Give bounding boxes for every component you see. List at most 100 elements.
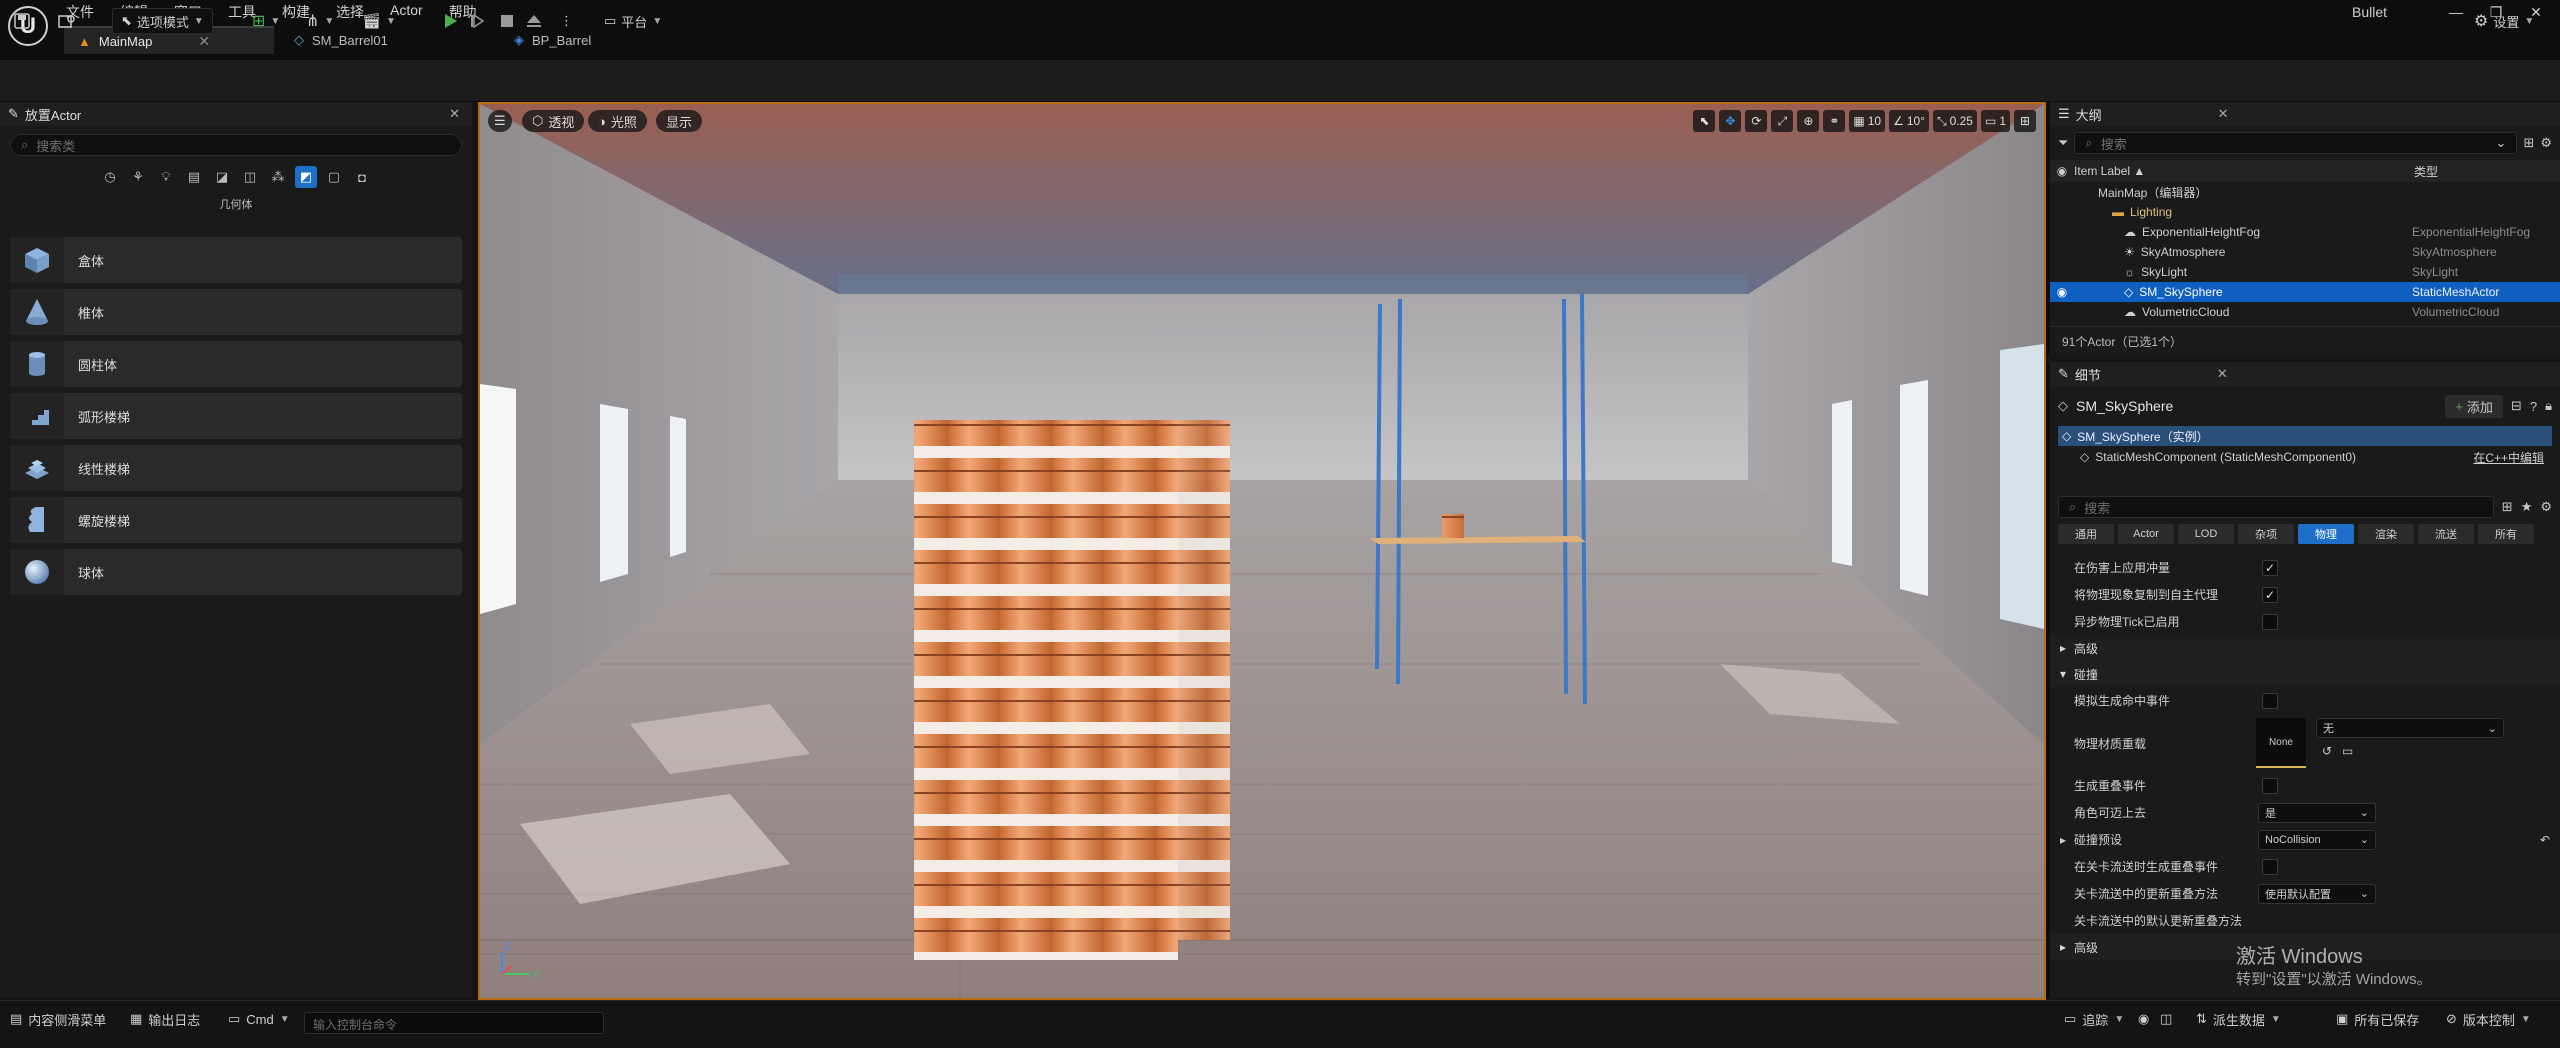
grid-view-icon[interactable]: ⊞ bbox=[2502, 499, 2513, 515]
trace-button[interactable]: ▭ 追踪 ▼ bbox=[2064, 1008, 2124, 1030]
material-dropdown[interactable]: 无 ⌄ bbox=[2316, 718, 2504, 738]
translate-tool-icon[interactable]: ✥ bbox=[1719, 110, 1742, 132]
blueprint-button[interactable]: ⋔ ▼ bbox=[306, 8, 334, 34]
gear-icon[interactable]: ⚙ bbox=[2540, 135, 2552, 151]
rotation-snap-toggle[interactable]: ∠ 10° bbox=[1889, 110, 1929, 132]
tree-row-volumetriccloud[interactable]: ☁ VolumetricCloud VolumetricCloud bbox=[2050, 302, 2560, 322]
shapes-icon[interactable]: ▢ bbox=[323, 166, 345, 188]
settings-button[interactable]: ⚙ 设置 ▼ bbox=[2474, 8, 2534, 34]
reset-arrow-icon[interactable]: ↺ bbox=[2322, 744, 2332, 758]
show-button[interactable]: 显示 bbox=[656, 110, 703, 132]
overlap-events-checkbox[interactable] bbox=[2262, 777, 2278, 794]
lights-icon[interactable]: 💡︎ bbox=[155, 166, 177, 188]
shape-item-cylinder[interactable]: 圆柱体 bbox=[10, 341, 462, 387]
scale-snap-toggle[interactable]: ⤡ 0.25 bbox=[1933, 110, 1977, 132]
platform-button[interactable]: ▭ 平台 ▼ bbox=[604, 8, 662, 34]
stop-icon[interactable] bbox=[500, 8, 514, 34]
filter-tab-all[interactable]: 所有 bbox=[2478, 524, 2534, 544]
basic-icon[interactable]: ⚘ bbox=[127, 166, 149, 188]
surface-snap-icon[interactable]: ⚭ bbox=[1823, 110, 1846, 132]
all-classes-icon[interactable]: ⁂ bbox=[267, 166, 289, 188]
add-component-button[interactable]: + 添加 bbox=[2445, 394, 2503, 418]
step-icon[interactable] bbox=[470, 8, 486, 34]
cinematics-button[interactable]: 🎬︎ ▼ bbox=[362, 8, 396, 34]
visual-effects-icon[interactable]: ◪ bbox=[211, 166, 233, 188]
console-command-input[interactable]: 输入控制台命令 bbox=[304, 1012, 604, 1034]
can-step-up-dropdown[interactable]: 是 ⌄ bbox=[2258, 802, 2376, 823]
shape-item-linear-stair[interactable]: 线性楼梯 bbox=[10, 445, 462, 491]
save-icon[interactable] bbox=[14, 8, 30, 34]
update-overlap-dropdown[interactable]: 使用默认配置 ⌄ bbox=[2258, 883, 2376, 904]
browse-folder-icon[interactable]: ▭ bbox=[2342, 744, 2353, 758]
viewport-layout-icon[interactable]: ⊞ bbox=[2014, 110, 2036, 132]
filter-tab-streaming[interactable]: 流送 bbox=[2418, 524, 2474, 544]
all-saved-button[interactable]: ▣ 所有已保存 bbox=[2336, 1008, 2419, 1030]
component-instance-row[interactable]: ◇ SM_SkySphere（实例） bbox=[2058, 426, 2552, 446]
blueprint-convert-icon[interactable]: ⊟ bbox=[2511, 398, 2522, 414]
play-options-icon[interactable]: ⋮ bbox=[560, 8, 573, 34]
perspective-button[interactable]: ⬡ 透视 bbox=[522, 110, 585, 132]
volumes-icon[interactable]: ◫ bbox=[239, 166, 261, 188]
gear-icon[interactable]: ⚙ bbox=[2540, 499, 2552, 515]
replicate-physics-checkbox[interactable]: ✓ bbox=[2262, 586, 2278, 603]
tree-row-heightfog[interactable]: ☁ ExponentialHeightFog ExponentialHeightFo… bbox=[2050, 222, 2560, 242]
screenshot-icon[interactable]: ◫ bbox=[2160, 1008, 2172, 1030]
component-row[interactable]: ◇ StaticMeshComponent (StaticMeshCompone… bbox=[2050, 446, 2560, 468]
star-icon[interactable]: ★ bbox=[2521, 499, 2533, 515]
tree-row-lighting[interactable]: ▬ Lighting bbox=[2050, 202, 2560, 222]
shape-item-box[interactable]: 盒体 bbox=[10, 237, 462, 283]
output-log-button[interactable]: ▦ 输出日志 bbox=[130, 1008, 200, 1030]
record-icon[interactable]: ◉ bbox=[2138, 1008, 2149, 1030]
tree-row-skysphere[interactable]: ◉ ◇ SM_SkySphere StaticMeshActor bbox=[2050, 282, 2560, 302]
filter-tab-rendering[interactable]: 渲染 bbox=[2358, 524, 2414, 544]
material-thumbnail[interactable]: None bbox=[2256, 718, 2306, 768]
filter-icon[interactable]: ⏷ bbox=[2058, 135, 2068, 151]
collision-section[interactable]: ▾ 碰撞 bbox=[2050, 661, 2560, 687]
shape-item-spiral-stair[interactable]: 螺旋楼梯 bbox=[10, 497, 462, 543]
derived-data-button[interactable]: ⇅ 派生数据 ▼ bbox=[2196, 1008, 2281, 1030]
filter-tab-general[interactable]: 通用 bbox=[2058, 524, 2114, 544]
source-control-button[interactable]: ⊘ 版本控制 ▼ bbox=[2446, 1008, 2531, 1030]
class-search-input[interactable]: ⌕ 搜索类 bbox=[10, 134, 462, 156]
cmd-button[interactable]: ▭ Cmd ▼ bbox=[228, 1008, 290, 1030]
browse-icon[interactable] bbox=[58, 8, 76, 34]
world-space-icon[interactable]: ⊕ bbox=[1797, 110, 1820, 132]
details-tab[interactable]: ✎ 细节 ✕ bbox=[2050, 362, 2560, 386]
lock-icon[interactable]: 🔒︎ bbox=[2545, 398, 2552, 414]
menu-item-actor[interactable]: Actor bbox=[390, 0, 435, 22]
tree-row-skyatmosphere[interactable]: ☀ SkyAtmosphere SkyAtmosphere bbox=[2050, 242, 2560, 262]
visibility-eye-icon[interactable]: ◉ bbox=[2050, 285, 2074, 299]
level-overlap-checkbox[interactable] bbox=[2262, 858, 2278, 875]
close-tab-icon[interactable]: ✕ bbox=[198, 33, 210, 50]
help-icon[interactable]: ? bbox=[2530, 399, 2537, 414]
minimize-icon[interactable]: — bbox=[2436, 0, 2476, 24]
tree-row-skylight[interactable]: ☼ SkyLight SkyLight bbox=[2050, 262, 2560, 282]
recent-icon[interactable]: ◷ bbox=[99, 166, 121, 188]
details-search-input[interactable]: ⌕ 搜索 bbox=[2058, 496, 2494, 518]
collision-preset-dropdown[interactable]: NoCollision ⌄ bbox=[2258, 829, 2376, 850]
apply-impulse-checkbox[interactable]: ✓ bbox=[2262, 559, 2278, 576]
async-tick-checkbox[interactable] bbox=[2262, 613, 2278, 630]
geometry-icon[interactable]: ◩ bbox=[295, 166, 317, 188]
scale-tool-icon[interactable]: ⤢ bbox=[1771, 110, 1794, 132]
col-item-label[interactable]: Item Label ▲ bbox=[2074, 164, 2145, 178]
level-viewport[interactable]: Z Y ☰ ⬡ 透视 ◑ 光照 显示 ⬉ ✥ ⟳ ⤢ ⊕ ⚭ ▦ 10 ∠ 10° ⤡ 0… bbox=[478, 102, 2046, 1000]
outliner-tab[interactable]: ☰ 大纲 ✕ bbox=[2050, 102, 2560, 126]
chevron-right-icon[interactable]: ▸ bbox=[2060, 833, 2066, 847]
shape-item-curved-stair[interactable]: 弧形楼梯 bbox=[10, 393, 462, 439]
sim-hit-events-checkbox[interactable] bbox=[2262, 692, 2278, 709]
rotate-tool-icon[interactable]: ⟳ bbox=[1745, 110, 1768, 132]
close-panel-icon[interactable]: ✕ bbox=[2218, 106, 2229, 122]
advanced-section[interactable]: ▸ 高级 bbox=[2050, 635, 2560, 661]
eject-icon[interactable] bbox=[526, 8, 542, 34]
place-actors-tab[interactable]: ✎ 放置Actor ✕ bbox=[0, 102, 472, 126]
viewport-menu-button[interactable]: ☰ bbox=[488, 110, 512, 132]
brushes-icon[interactable]: ◘ bbox=[351, 166, 373, 188]
filter-tab-lod[interactable]: LOD bbox=[2178, 524, 2234, 544]
reset-to-default-icon[interactable]: ↶ bbox=[2540, 833, 2550, 847]
content-drawer-button[interactable]: ▤ 内容侧滑菜单 bbox=[10, 1008, 106, 1030]
shape-item-cone[interactable]: 椎体 bbox=[10, 289, 462, 335]
tree-row-mainmap[interactable]: MainMap（编辑器） bbox=[2050, 182, 2560, 202]
filter-tab-physics[interactable]: 物理 bbox=[2298, 524, 2354, 544]
shape-item-sphere[interactable]: 球体 bbox=[10, 549, 462, 595]
